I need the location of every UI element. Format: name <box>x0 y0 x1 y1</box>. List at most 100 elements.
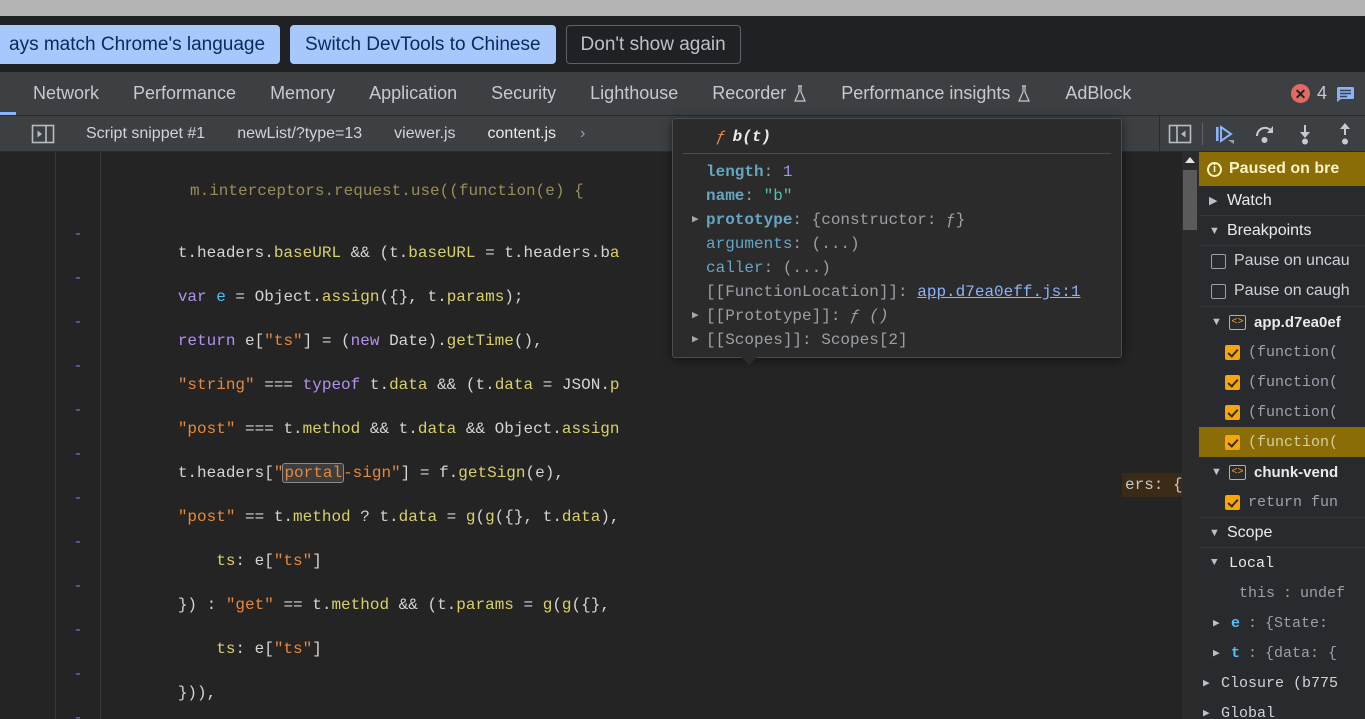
expand-caret-icon[interactable]: ▶ <box>692 208 699 232</box>
tab-label: Lighthouse <box>590 83 679 103</box>
experiment-flask-icon <box>1017 84 1031 103</box>
file-tab-newlist[interactable]: newList/?type=13 <box>221 116 378 152</box>
scope-section-header[interactable]: ▼ Scope <box>1199 518 1365 548</box>
breakpoints-section-header[interactable]: ▼ Breakpoints <box>1199 216 1365 246</box>
breakpoint-checkbox[interactable] <box>1225 404 1240 420</box>
property-key: [[Prototype]] <box>706 307 831 325</box>
chevron-right-icon[interactable]: ▶ <box>1203 706 1213 719</box>
scope-local-header[interactable]: ▼ Local <box>1199 548 1365 578</box>
tab-performance-insights[interactable]: Performance insights <box>824 72 1048 115</box>
pause-on-uncaught-exceptions-row[interactable]: Pause on uncau <box>1199 246 1365 276</box>
scope-closure[interactable]: ▶ Closure (b775 <box>1199 668 1365 698</box>
step-out-icon[interactable] <box>1325 116 1365 152</box>
tab-adblock[interactable]: AdBlock <box>1048 72 1148 115</box>
property-row[interactable]: arguments: (...) <box>673 232 1121 256</box>
editor-vertical-scrollbar[interactable] <box>1182 152 1198 719</box>
expand-caret-icon[interactable]: ▶ <box>692 304 699 328</box>
error-circle-icon: ✕ <box>1290 84 1310 103</box>
function-value-popover[interactable]: ƒ b(t) length: 1 name: "b" ▶ prototype: {c… <box>672 118 1122 365</box>
chevron-right-icon[interactable]: ▶ <box>1213 616 1223 630</box>
scroll-up-arrow-icon[interactable] <box>1185 157 1195 163</box>
scope-variable-e[interactable]: ▶ e: {State: <box>1199 608 1365 638</box>
show-navigator-icon[interactable] <box>28 123 58 145</box>
breakpoint-group-app[interactable]: ▼ <> app.d7ea0ef <box>1199 307 1365 337</box>
breakpoint-label: (function( <box>1248 403 1339 421</box>
property-row[interactable]: length: 1 <box>673 160 1121 184</box>
property-row[interactable]: ▶ [[Prototype]]: ƒ () <box>673 304 1121 328</box>
property-key: caller <box>706 259 764 277</box>
code-line: - }) : "get" == t.method && (t.params = … <box>0 540 1198 614</box>
property-value: (...) <box>782 259 831 277</box>
expand-caret-icon[interactable]: ▶ <box>692 328 699 352</box>
chevron-right-icon[interactable]: ▶ <box>1203 676 1213 690</box>
property-row[interactable]: name: "b" <box>673 184 1121 208</box>
property-row[interactable]: caller: (...) <box>673 256 1121 280</box>
tab-network[interactable]: Network <box>16 72 116 115</box>
breakpoint-label: (function( <box>1248 433 1339 451</box>
scope-local-label: Local <box>1229 554 1275 572</box>
tab-lighthouse[interactable]: Lighthouse <box>573 72 695 115</box>
tab-recorder[interactable]: Recorder <box>695 72 824 115</box>
breakpoint-item[interactable]: return fun <box>1199 487 1365 517</box>
breakpoint-item[interactable]: (function( <box>1199 367 1365 397</box>
breakpoint-checkbox[interactable] <box>1225 344 1240 360</box>
function-location-link[interactable]: app.d7ea0eff.js:1 <box>917 283 1080 301</box>
breakpoint-group-chunk[interactable]: ▼ <> chunk-vend <box>1199 457 1365 487</box>
breakpoint-item[interactable]: (function( <box>1199 337 1365 367</box>
chevron-down-icon: ▼ <box>1211 557 1218 569</box>
property-row[interactable]: [[FunctionLocation]]: app.d7ea0eff.js:1 <box>673 280 1121 304</box>
breakpoint-checkbox[interactable] <box>1225 434 1240 450</box>
property-row[interactable]: ▶ prototype: {constructor: ƒ} <box>673 208 1121 232</box>
scope-value: {State: <box>1265 614 1329 632</box>
property-row[interactable]: ▶ [[Scopes]]: Scopes[2] <box>673 328 1121 352</box>
chevron-right-icon[interactable]: ▶ <box>1213 646 1223 660</box>
step-into-icon[interactable] <box>1285 116 1325 152</box>
dont-show-again-button[interactable]: Don't show again <box>565 24 741 64</box>
pause-on-caught-exceptions-row[interactable]: Pause on caugh <box>1199 276 1365 306</box>
file-tab-viewer-js[interactable]: viewer.js <box>378 116 471 152</box>
pause-uncaught-label: Pause on uncau <box>1234 252 1350 269</box>
tab-performance[interactable]: Performance <box>116 72 253 115</box>
pause-uncaught-checkbox[interactable] <box>1211 253 1226 269</box>
tab-application[interactable]: Application <box>352 72 474 115</box>
breakpoint-checkbox[interactable] <box>1225 374 1240 390</box>
code-line: - ts: e["ts"] <box>0 584 1198 658</box>
scope-variable-t[interactable]: ▶ t: {data: { <box>1199 638 1365 668</box>
breakpoint-checkbox[interactable] <box>1225 494 1240 510</box>
breakpoint-item-active[interactable]: (function( <box>1199 427 1365 457</box>
chevron-right-icon[interactable]: › <box>580 125 585 143</box>
watch-section-header[interactable]: ▶ Watch <box>1199 186 1365 216</box>
console-message-icon[interactable] <box>1336 85 1355 103</box>
resume-icon[interactable] <box>1205 116 1245 152</box>
scope-global[interactable]: ▶ Global <box>1199 698 1365 719</box>
property-value: (...) <box>811 235 860 253</box>
devtools-panel-tabbar: s Network Performance Memory Application… <box>0 72 1365 116</box>
show-debugger-sidebar-icon[interactable] <box>1160 116 1200 152</box>
error-count-badge[interactable]: ✕ 4 <box>1290 83 1327 104</box>
property-key: name <box>706 187 745 205</box>
breakpoint-group-label: app.d7ea0ef <box>1254 313 1341 331</box>
chevron-down-icon: ▼ <box>1211 316 1222 328</box>
experiment-flask-icon <box>793 84 807 103</box>
tab-security[interactable]: Security <box>474 72 573 115</box>
pause-caught-checkbox[interactable] <box>1211 283 1226 299</box>
breakpoint-label: (function( <box>1248 373 1339 391</box>
breakpoints-label: Breakpoints <box>1227 221 1312 239</box>
scope-variable-this[interactable]: this: undef <box>1199 578 1365 608</box>
tab-memory[interactable]: Memory <box>253 72 352 115</box>
step-over-icon[interactable] <box>1245 116 1285 152</box>
file-tab-script-snippet[interactable]: Script snippet #1 <box>70 116 221 152</box>
property-key: length <box>706 163 764 181</box>
toolbar-divider <box>1202 123 1203 145</box>
switch-devtools-language-button[interactable]: Switch DevTools to Chinese <box>290 24 556 64</box>
property-value: {constructor: ƒ} <box>811 211 966 229</box>
file-tab-content-js[interactable]: content.js <box>472 116 572 152</box>
popover-pointer <box>741 357 757 365</box>
breakpoint-item[interactable]: (function( <box>1199 397 1365 427</box>
tab-sources[interactable]: s <box>0 72 16 115</box>
function-glyph-icon: ƒ <box>716 128 726 146</box>
property-value: Scopes[2] <box>821 331 908 349</box>
scrollbar-thumb[interactable] <box>1183 170 1197 230</box>
chevron-down-icon: ▼ <box>1211 466 1222 478</box>
scope-value: undef <box>1300 584 1346 602</box>
